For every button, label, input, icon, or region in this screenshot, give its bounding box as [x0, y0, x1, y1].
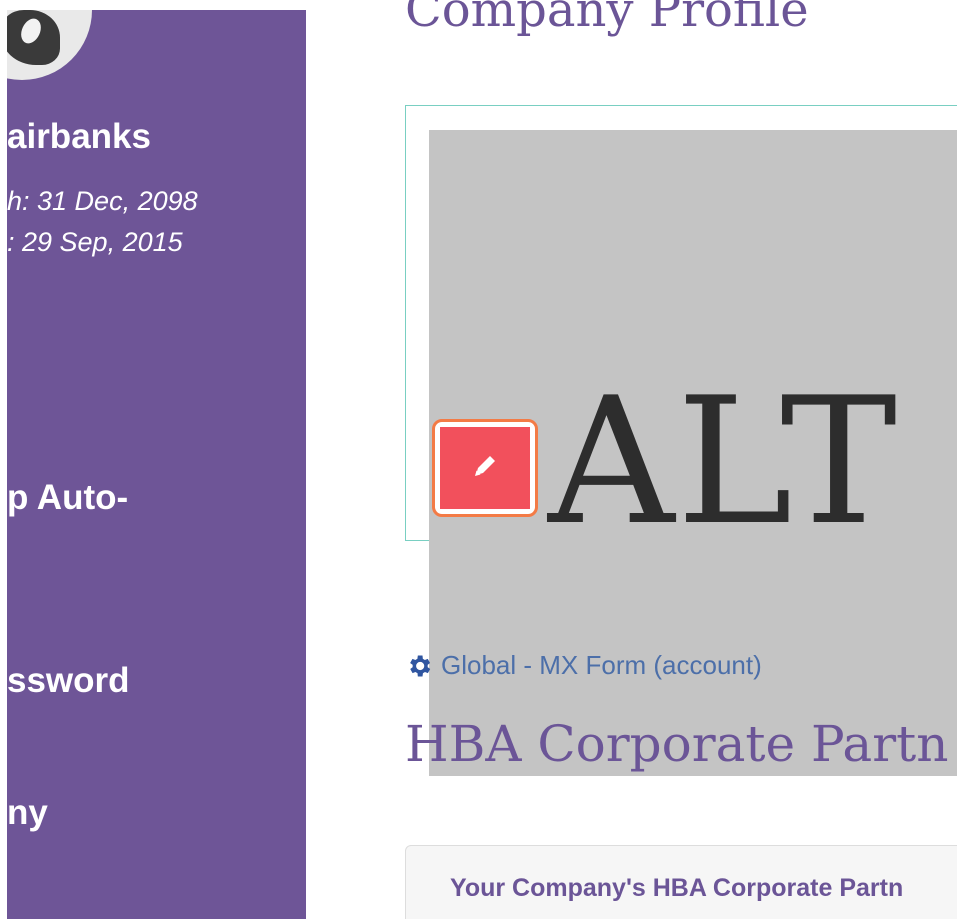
user-date-line-1: h: 31 Dec, 2098	[7, 186, 198, 216]
image-alt-text: ALT	[548, 361, 900, 564]
sidebar-item-company[interactable]: ny	[7, 793, 48, 833]
form-link[interactable]: Global - MX Form (account)	[405, 650, 762, 681]
gear-icon	[405, 652, 433, 680]
user-name: airbanks	[7, 117, 151, 156]
pencil-icon	[468, 449, 502, 488]
avatar[interactable]	[7, 10, 92, 80]
info-card-title: Your Company's HBA Corporate Partn	[450, 874, 904, 902]
form-link-label: Global - MX Form (account)	[441, 650, 762, 680]
page-title: Company Profile	[405, 0, 809, 38]
info-card: Your Company's HBA Corporate Partn	[405, 845, 957, 919]
sidebar-item-auto[interactable]: p Auto-	[7, 478, 128, 518]
sidebar: airbanks h: 31 Dec, 2098 : 29 Sep, 2015 …	[7, 10, 306, 919]
sidebar-item-password[interactable]: ssword	[7, 661, 130, 701]
user-date-line-2: : 29 Sep, 2015	[7, 227, 183, 257]
edit-button-face	[440, 427, 530, 509]
edit-image-button[interactable]	[432, 419, 538, 517]
section-title: HBA Corporate Partn	[405, 715, 949, 773]
